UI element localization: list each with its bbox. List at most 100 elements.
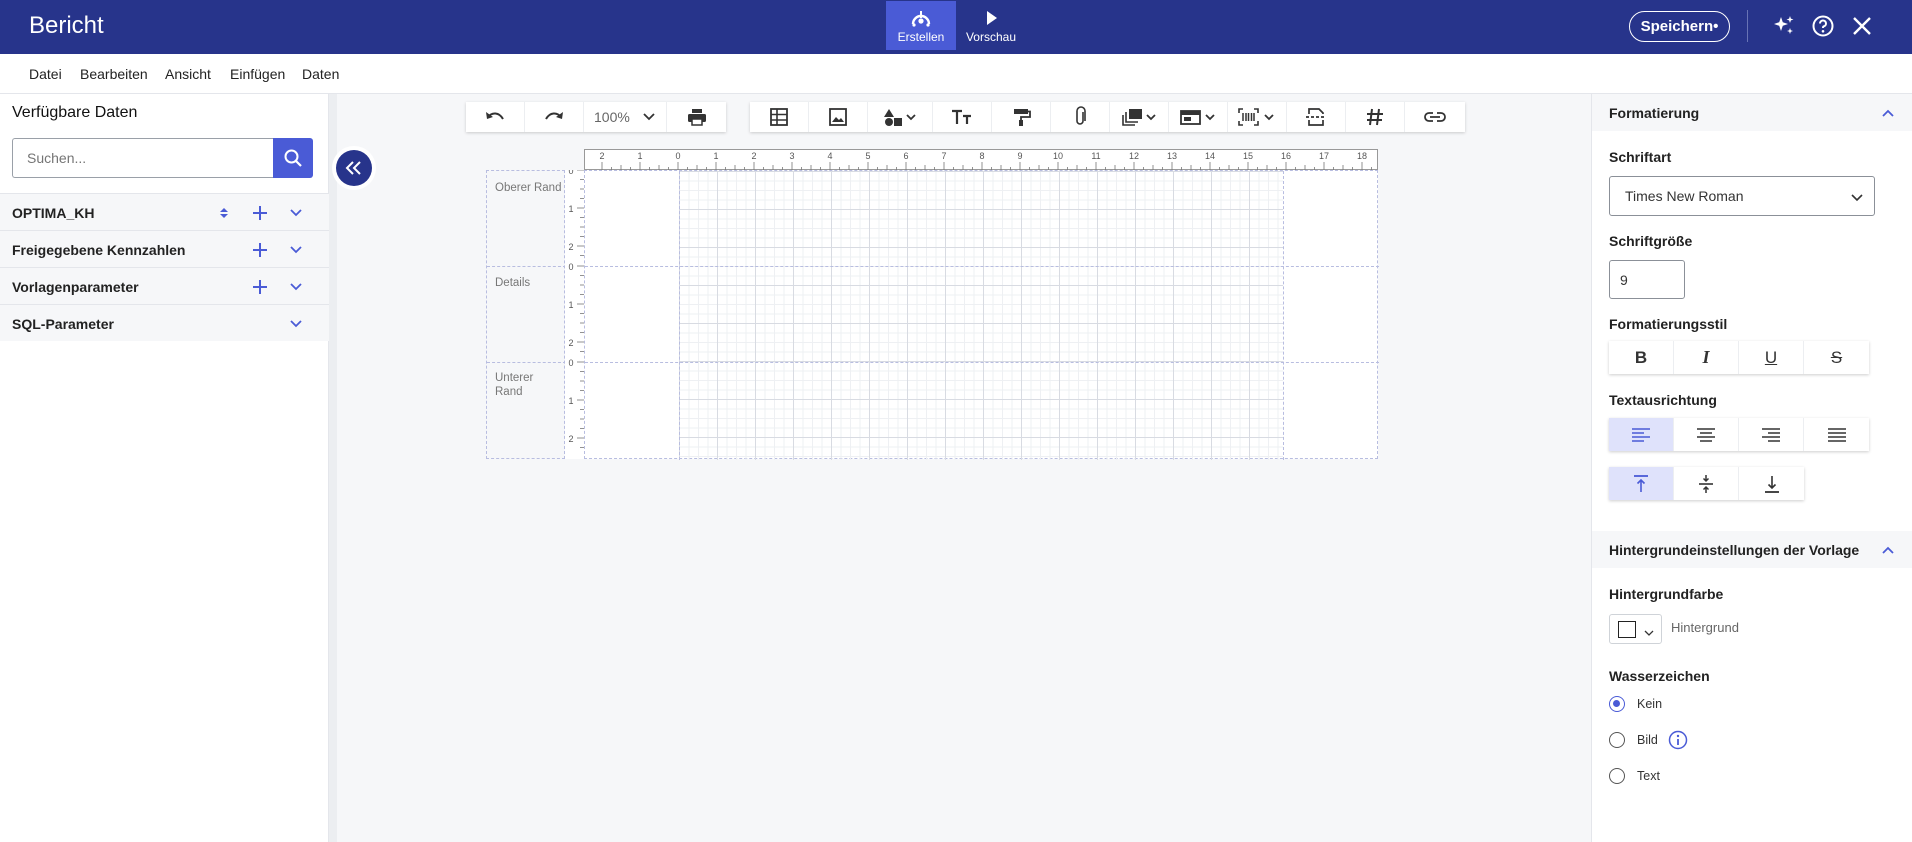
search-button[interactable] [273,138,313,178]
insert-image-button[interactable] [809,102,868,132]
band-label-footer: Unterer Rand [495,372,534,398]
table-icon [770,108,788,126]
redo-icon [545,112,563,120]
align-left-button[interactable] [1609,418,1674,451]
print-button[interactable] [667,102,726,132]
ruler-label: 2 [751,151,756,161]
menu-bar: Datei Bearbeiten Ansicht Einfügen Daten [0,54,1912,94]
toolbar-history: 100% [466,102,726,132]
background-color-picker[interactable] [1609,614,1662,644]
watermark-option-text[interactable]: Text [1609,766,1660,786]
valign-bottom-icon [1764,475,1779,493]
redo-button[interactable] [525,102,584,132]
valign-top-button[interactable] [1609,467,1674,500]
italic-button[interactable]: I [1674,341,1739,374]
watermark-option-label: Bild [1637,733,1658,747]
layers-button[interactable] [1110,102,1169,132]
info-icon[interactable] [1668,730,1688,750]
design-mode-button[interactable]: Erstellen [886,1,956,50]
chevron-up-icon[interactable] [1881,105,1895,123]
insert-table-button[interactable] [750,102,809,132]
menu-ansicht[interactable]: Ansicht [165,66,211,82]
page-break-icon [1306,108,1326,126]
help-icon[interactable] [1810,13,1836,39]
font-size-input[interactable]: 9 [1609,260,1685,299]
ruler-label: 0 [568,170,573,176]
zoom-select[interactable]: 100% [584,102,667,132]
insert-shape-button[interactable] [868,102,933,132]
preview-mode-label: Vorschau [965,29,1017,44]
menu-bearbeiten[interactable]: Bearbeiten [80,66,148,82]
save-button[interactable]: Speichern• [1629,11,1730,42]
valign-bottom-button[interactable] [1739,467,1804,500]
data-source-label: Vorlagenparameter [12,279,139,295]
data-source-row-sql[interactable]: SQL-Parameter [0,304,329,341]
sort-icon[interactable] [214,203,234,223]
valign-middle-button[interactable] [1674,467,1739,500]
font-select[interactable]: Times New Roman [1609,176,1875,216]
bold-icon: B [1634,347,1648,367]
strikethrough-button[interactable]: S [1804,341,1869,374]
ruler-label: 1 [568,300,573,310]
ruler-label: 2 [568,242,573,252]
menu-einfuegen[interactable]: Einfügen [230,66,285,82]
chevron-up-icon[interactable] [1881,542,1895,560]
add-icon[interactable] [250,203,270,223]
watermark-option-image[interactable]: Bild [1609,730,1688,750]
close-icon[interactable] [1849,13,1875,39]
ruler-label: 18 [1357,151,1367,161]
watermark-option-none[interactable]: Kein [1609,694,1662,714]
search-input[interactable] [12,138,273,178]
chevron-down-icon[interactable] [286,240,306,260]
chevron-down-icon [1850,190,1864,206]
formatting-section-header[interactable]: Formatierung [1592,94,1912,131]
radio-unselected[interactable] [1609,768,1625,784]
ruler-label: 17 [1319,151,1329,161]
data-source-row-kennzahlen[interactable]: Freigegebene Kennzahlen [0,230,329,267]
link-button[interactable] [1405,102,1464,132]
data-source-row-vorlagenparameter[interactable]: Vorlagenparameter [0,267,329,304]
sparkle-icon[interactable] [1771,13,1797,39]
font-size-label: Schriftgröße [1609,233,1693,249]
chevron-down-icon[interactable] [286,203,306,223]
data-source-row-optima[interactable]: OPTIMA_KH [0,193,329,230]
header-divider [1747,10,1748,42]
underline-button[interactable]: U [1739,341,1804,374]
undo-button[interactable] [466,102,525,132]
align-justify-icon [1827,427,1846,442]
data-source-label: SQL-Parameter [12,316,114,332]
attachment-button[interactable] [1051,102,1110,132]
design-grid [679,171,1283,460]
bold-button[interactable]: B [1609,341,1674,374]
page-break-button[interactable] [1287,102,1346,132]
report-page[interactable] [584,170,1379,460]
align-center-button[interactable] [1674,418,1739,451]
barcode-button[interactable] [1228,102,1287,132]
search-icon [284,149,302,167]
chevron-down-icon[interactable] [286,314,306,334]
add-icon[interactable] [250,240,270,260]
radio-selected[interactable] [1609,696,1625,712]
align-left-icon [1632,427,1650,442]
align-right-button[interactable] [1739,418,1804,451]
sidebar-scrollbar[interactable] [329,94,337,842]
background-section-header[interactable]: Hintergrundeinstellungen der Vorlage [1592,531,1912,568]
align-justify-button[interactable] [1804,418,1869,451]
ruler-label: 0 [675,151,680,161]
chevron-down-icon [1644,624,1654,642]
left-margin-line [679,171,680,460]
radio-unselected[interactable] [1609,732,1625,748]
insert-text-button[interactable] [933,102,992,132]
collapse-sidebar-button[interactable] [336,150,372,186]
band-separator [487,266,566,267]
preview-mode-button[interactable]: Vorschau [956,1,1026,50]
chevron-down-icon[interactable] [286,277,306,297]
ruler-label: 1 [568,204,573,214]
page-number-button[interactable] [1346,102,1405,132]
format-painter-button[interactable] [992,102,1051,132]
menu-datei[interactable]: Datei [29,66,62,82]
band-labels: Oberer Rand Details Unterer Rand [486,170,566,459]
menu-daten[interactable]: Daten [302,66,339,82]
add-icon[interactable] [250,277,270,297]
layout-button[interactable] [1169,102,1228,132]
